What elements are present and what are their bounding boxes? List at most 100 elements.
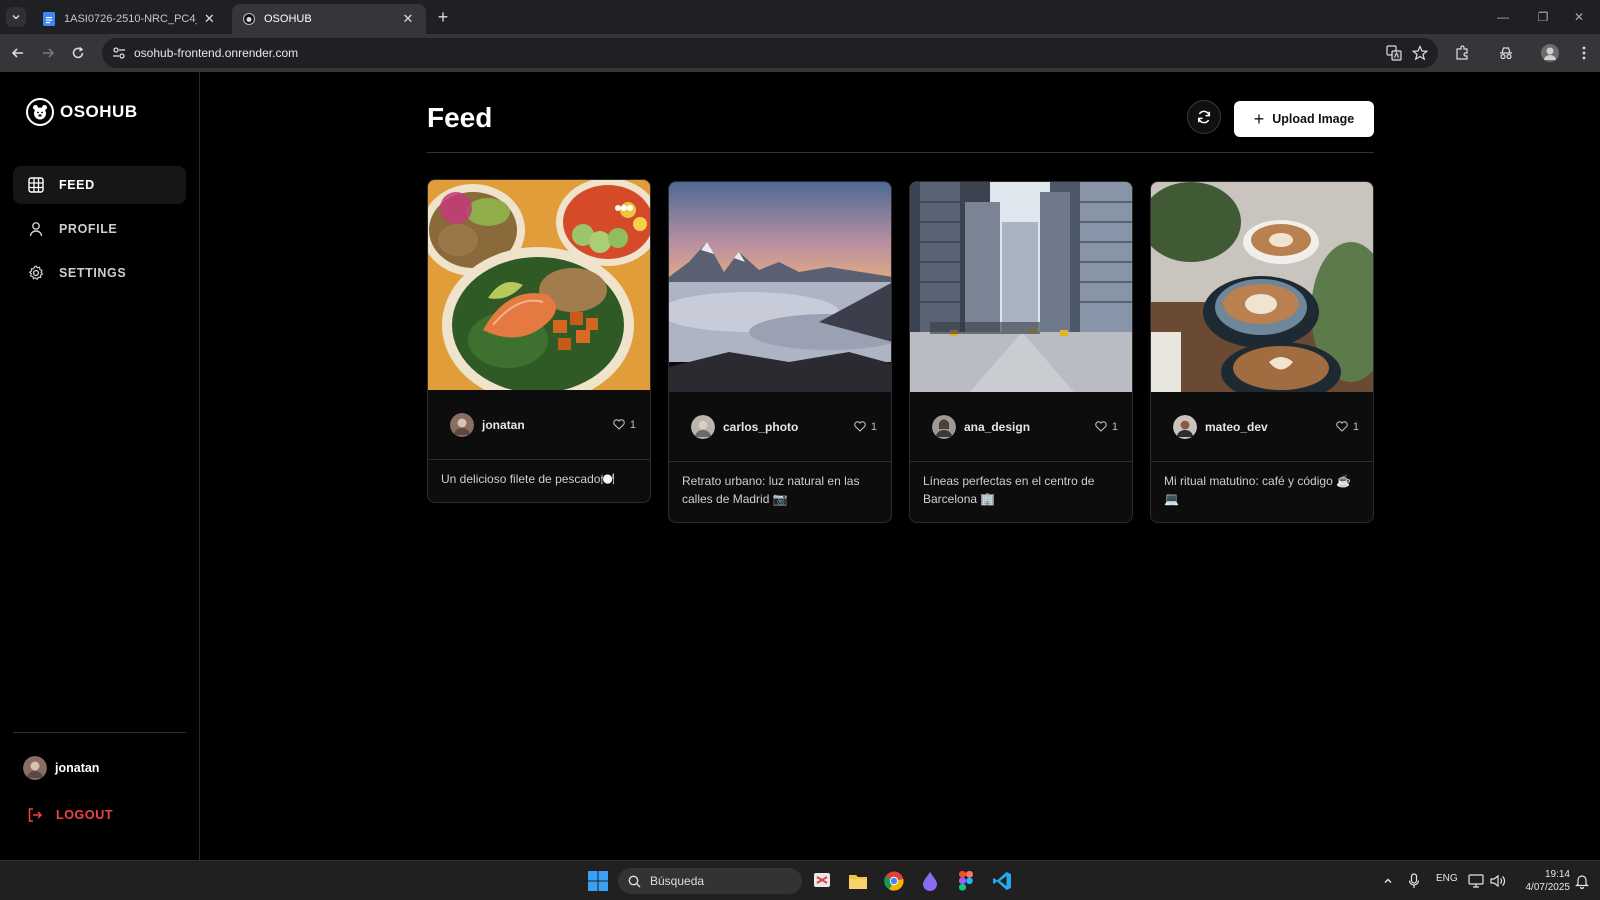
page-title: Feed xyxy=(427,102,493,133)
arrow-left-icon xyxy=(11,48,23,58)
notification-bell-icon[interactable] xyxy=(1570,869,1594,893)
heart-icon xyxy=(1095,420,1108,433)
snipping-tool-icon[interactable] xyxy=(810,869,834,893)
post-image-salmon-bowl[interactable] xyxy=(428,180,650,390)
vscode-icon[interactable] xyxy=(990,869,1014,893)
reload-button[interactable] xyxy=(68,43,88,63)
site-info-icon[interactable] xyxy=(104,38,134,68)
sidebar-current-user[interactable]: jonatan xyxy=(23,756,99,780)
post-meta: mateo_dev 1 xyxy=(1151,392,1373,462)
address-bar[interactable]: osohub-frontend.onrender.com xyxy=(102,38,1438,68)
bear-favicon-icon xyxy=(242,12,256,26)
avatar xyxy=(23,756,47,780)
like-count: 1 xyxy=(1111,420,1118,433)
grid-icon xyxy=(27,176,45,194)
browser-menu-icon[interactable] xyxy=(1574,43,1594,63)
figma-icon[interactable] xyxy=(954,869,978,893)
post-card[interactable]: mateo_dev 1 Mi ritual matutino: café y c… xyxy=(1150,181,1374,523)
windows-start-icon[interactable] xyxy=(586,869,610,893)
tab-search-button[interactable] xyxy=(6,7,26,27)
post-caption: Retrato urbano: luz natural en las calle… xyxy=(682,474,860,506)
sidebar-item-profile[interactable]: PROFILE xyxy=(13,210,186,248)
taskbar-search-placeholder: Búsqueda xyxy=(650,874,705,888)
gear-icon xyxy=(27,264,45,282)
post-username[interactable]: jonatan xyxy=(482,418,613,432)
post-image-city-street[interactable] xyxy=(910,182,1132,392)
post-image-coffee[interactable] xyxy=(1151,182,1373,392)
post-card[interactable]: jonatan 1 Un delicioso filete de pescado… xyxy=(427,179,651,503)
user-icon xyxy=(27,220,45,238)
close-tab-icon[interactable]: ✕ xyxy=(400,11,416,27)
incognito-icon[interactable] xyxy=(1496,43,1516,63)
post-meta: jonatan 1 xyxy=(428,390,650,460)
reload-icon xyxy=(72,46,84,59)
chrome-icon[interactable] xyxy=(882,869,906,893)
new-tab-button[interactable]: + xyxy=(432,6,454,28)
like-count: 1 xyxy=(629,418,636,431)
post-caption: Un delicioso filete de pescado🍽️ xyxy=(441,472,616,486)
sidebar-item-settings[interactable]: SETTINGS xyxy=(13,254,186,292)
bookmark-star-icon[interactable] xyxy=(1410,43,1430,63)
brand[interactable]: OSOHUB xyxy=(26,98,138,126)
extensions-icon[interactable] xyxy=(1452,43,1472,63)
chevron-down-icon xyxy=(12,15,20,20)
taskbar-clock[interactable]: 19:14 4/07/2025 xyxy=(1512,868,1571,894)
back-button[interactable] xyxy=(8,43,28,63)
logout-button[interactable]: LOGOUT xyxy=(26,806,113,824)
heart-icon xyxy=(854,420,867,433)
post-username[interactable]: ana_design xyxy=(964,420,1095,434)
volume-icon[interactable] xyxy=(1486,869,1510,893)
browser-tab-title: OSOHUB xyxy=(264,13,312,25)
avatar[interactable] xyxy=(932,414,956,439)
post-card[interactable]: carlos_photo 1 Retrato urbano: luz natur… xyxy=(668,181,892,523)
sidebar-item-feed[interactable]: FEED xyxy=(13,166,186,204)
language-indicator[interactable]: ENG xyxy=(1436,873,1458,884)
post-image-mountains[interactable] xyxy=(669,182,891,392)
like-button[interactable]: 1 xyxy=(1336,420,1359,433)
forward-button[interactable] xyxy=(38,43,58,63)
like-count: 1 xyxy=(870,420,877,433)
post-meta: carlos_photo 1 xyxy=(669,392,891,462)
microphone-icon[interactable] xyxy=(1402,869,1426,893)
post-card[interactable]: ana_design 1 Líneas perfectas en el cent… xyxy=(909,181,1133,523)
header-divider xyxy=(427,152,1374,153)
chevron-up-icon[interactable] xyxy=(1376,869,1400,893)
browser-tab-title: 1ASI0726-2510-NRC_PC4_Infor xyxy=(64,13,197,25)
browser-tab-docs[interactable]: 1ASI0726-2510-NRC_PC4_Infor ✕ xyxy=(32,4,226,34)
close-window-button[interactable]: ✕ xyxy=(1556,0,1600,34)
file-explorer-icon[interactable] xyxy=(846,869,870,893)
profile-avatar-icon[interactable] xyxy=(1540,43,1560,63)
close-tab-icon[interactable]: ✕ xyxy=(203,11,216,27)
logout-icon xyxy=(26,806,44,824)
browser-tab-osohub[interactable]: OSOHUB ✕ xyxy=(232,4,426,34)
like-button[interactable]: 1 xyxy=(854,420,877,433)
like-button[interactable]: 1 xyxy=(1095,420,1118,433)
post-username[interactable]: carlos_photo xyxy=(723,420,854,434)
like-count: 1 xyxy=(1352,420,1359,433)
sidebar-item-label: SETTINGS xyxy=(59,266,127,280)
refresh-button[interactable] xyxy=(1187,100,1221,134)
docs-icon xyxy=(42,12,56,26)
url-text: osohub-frontend.onrender.com xyxy=(134,46,299,60)
post-username[interactable]: mateo_dev xyxy=(1205,420,1336,434)
upload-image-button[interactable]: + Upload Image xyxy=(1234,101,1374,137)
plus-icon: + xyxy=(1253,109,1265,129)
network-icon[interactable] xyxy=(1464,869,1488,893)
taskbar-search-input[interactable]: Búsqueda xyxy=(618,868,802,894)
avatar[interactable] xyxy=(450,412,474,437)
translate-icon[interactable] xyxy=(1384,43,1404,63)
sidebar-username: jonatan xyxy=(55,761,100,775)
app-drop-icon[interactable] xyxy=(918,869,942,893)
avatar[interactable] xyxy=(1173,414,1197,439)
brand-name: OSOHUB xyxy=(60,102,138,121)
feed-main: Feed + Upload Image jonatan 1 Un delicio… xyxy=(200,72,1600,860)
refresh-icon xyxy=(1197,110,1211,124)
browser-toolbar: osohub-frontend.onrender.com xyxy=(0,34,1600,72)
avatar[interactable] xyxy=(691,414,715,439)
search-icon xyxy=(628,874,642,888)
like-button[interactable]: 1 xyxy=(613,418,636,431)
bear-logo-icon xyxy=(26,98,54,126)
post-caption: Mi ritual matutino: café y código ☕ 💻 xyxy=(1164,474,1352,506)
app-root: OSOHUB FEED PROFILE SETTINGS jonatan LOG… xyxy=(0,72,1600,860)
logout-label: LOGOUT xyxy=(56,808,114,822)
